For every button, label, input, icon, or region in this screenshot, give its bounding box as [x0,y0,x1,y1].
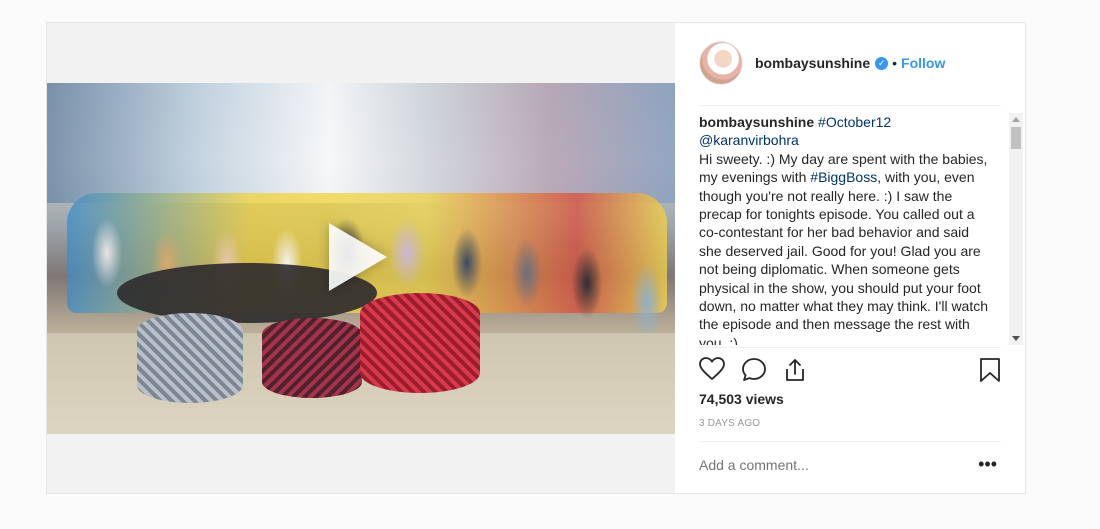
video-player[interactable]: kvb_squad [47,83,675,434]
post-media: kvb_squad [47,23,675,493]
video-pouf [137,313,243,403]
caption-scrollbar[interactable] [1009,113,1023,345]
post-sidebar: bombaysunshine ✓ • Follow bombaysunshine… [675,23,1025,493]
caption-username[interactable]: bombaysunshine [699,114,814,130]
scroll-up-icon[interactable] [1012,117,1020,122]
divider [699,347,1001,348]
heart-icon[interactable] [699,357,725,381]
divider [699,441,1001,442]
header-username[interactable]: bombaysunshine [755,55,870,71]
bookmark-icon[interactable] [979,357,1001,383]
caption-scroll-area[interactable]: bombaysunshine #October12 @karanvirbohra… [699,113,1025,345]
separator-dot: • [892,55,898,71]
post-card: kvb_squad bombaysunshine ✓ • Follow bomb… [46,22,1026,494]
video-pouf [360,293,480,393]
caption-text: , with you, even though you're not reall… [699,169,989,345]
caption: bombaysunshine #October12 @karanvirbohra… [699,113,991,345]
scrollbar-thumb[interactable] [1011,127,1021,149]
caption-hashtag[interactable]: #October12 [818,114,891,130]
avatar[interactable] [699,41,743,85]
scroll-down-icon[interactable] [1012,336,1020,341]
post-header: bombaysunshine ✓ • Follow [699,41,945,85]
caption-hashtag[interactable]: #BiggBoss [810,169,877,185]
verified-icon: ✓ [875,56,889,70]
post-timestamp[interactable]: 3 DAYS AGO [699,418,760,429]
share-icon[interactable] [783,357,807,383]
divider [699,105,1001,106]
comment-icon[interactable] [741,357,767,383]
post-actions [699,353,1005,385]
follow-button[interactable]: Follow [901,55,945,71]
caption-mention[interactable]: @karanvirbohra [699,132,799,148]
play-icon[interactable] [329,223,387,291]
comment-input[interactable] [699,457,959,473]
more-options-button[interactable]: ••• [978,455,997,473]
views-count[interactable]: 74,503 views [699,391,784,407]
video-pouf [262,318,362,398]
